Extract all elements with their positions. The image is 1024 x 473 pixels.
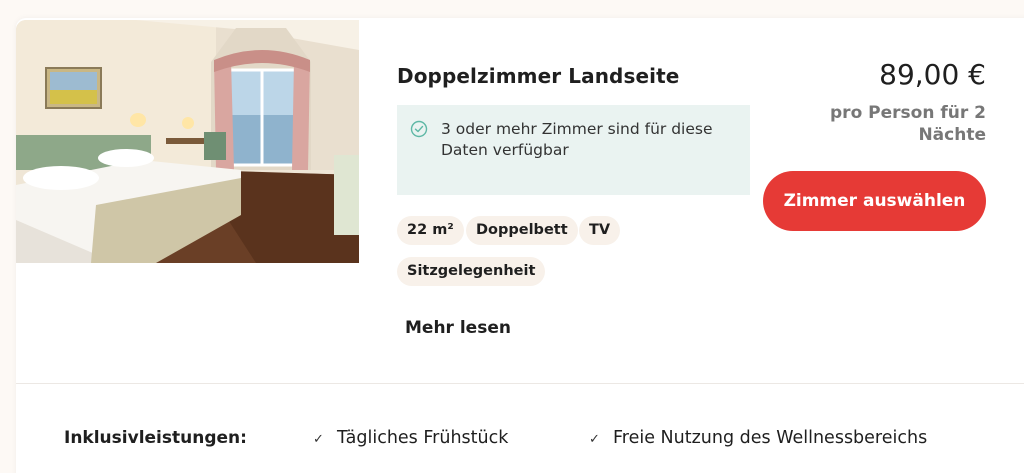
room-photo[interactable] xyxy=(16,20,359,263)
feature-chip-tv: TV xyxy=(579,216,621,245)
feature-chip-bed: Doppelbett xyxy=(466,216,578,245)
availability-text: 3 oder mehr Zimmer sind für diese Daten … xyxy=(441,120,713,159)
read-more-link[interactable]: Mehr lesen xyxy=(405,318,511,338)
price: 89,00 € xyxy=(879,58,986,91)
feature-chip-seating: Sitzgelegenheit xyxy=(397,257,546,286)
check-icon: ✓ xyxy=(313,432,324,447)
divider xyxy=(16,383,1024,384)
inclusion-item: ✓ Freie Nutzung des Wellnessbereichs xyxy=(589,428,927,448)
inclusion-item: ✓ Tägliches Frühstück xyxy=(313,428,508,448)
select-room-button[interactable]: Zimmer auswählen xyxy=(763,171,986,231)
room-card: Doppelzimmer Landseite 3 oder mehr Zimme… xyxy=(16,18,1024,473)
feature-chip-size: 22 m² xyxy=(397,216,464,245)
price-per-label: pro Person für 2 Nächte xyxy=(830,103,986,145)
room-photo-illustration xyxy=(16,20,359,263)
inclusion-label: Freie Nutzung des Wellnessbereichs xyxy=(613,428,928,448)
inclusions-label: Inklusivleistungen: xyxy=(64,428,247,448)
inclusion-label: Tägliches Frühstück xyxy=(337,428,509,448)
check-icon: ✓ xyxy=(589,432,600,447)
check-circle-icon xyxy=(410,120,428,138)
room-title: Doppelzimmer Landseite xyxy=(397,64,680,88)
availability-notice: 3 oder mehr Zimmer sind für diese Daten … xyxy=(397,105,750,195)
